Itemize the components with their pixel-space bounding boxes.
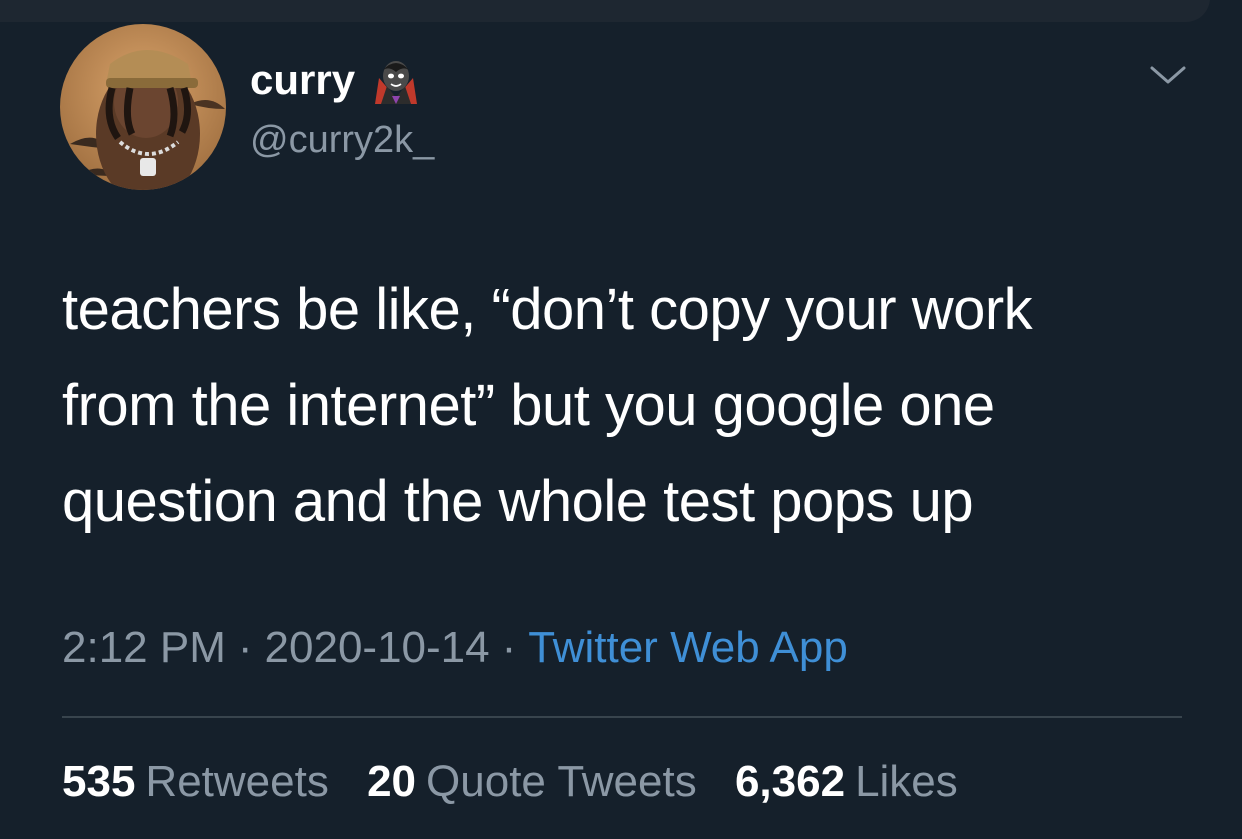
divider [62,716,1182,718]
quote-tweets-count: 20 [367,757,417,806]
tweet-meta: 2:12 PM · 2020-10-14 · Twitter Web App [62,618,848,678]
tweet-stats: 535 Retweets 20 Quote Tweets 6,362 Likes [62,752,984,812]
retweets-label: Retweets [145,757,329,806]
likes-label: Likes [855,757,958,806]
retweets-stat[interactable]: 535 Retweets [62,757,329,806]
tweet-source-link[interactable]: Twitter Web App [528,623,848,672]
tweet-text-line: teachers be like, “don’t copy your work [62,277,1033,342]
avatar-image [60,24,226,190]
meta-separator: · [237,623,253,672]
likes-stat[interactable]: 6,362 Likes [735,757,958,806]
display-name-row: curry [250,52,423,108]
retweets-count: 535 [62,757,136,806]
meta-separator: · [501,623,517,672]
top-bar [0,0,1210,22]
quote-tweets-stat[interactable]: 20 Quote Tweets [367,757,697,806]
user-handle[interactable]: @curry2k_ [250,116,434,164]
tweet-time[interactable]: 2:12 PM [62,623,226,672]
avatar[interactable] [60,24,226,190]
likes-count: 6,362 [734,757,846,806]
chevron-down-icon[interactable] [1148,60,1188,90]
tweet-text-line: from the internet” but you google one [62,373,995,438]
vampire-emoji-icon [375,61,418,104]
tweet-text: teachers be like, “don’t copy your work … [62,262,1192,550]
display-name[interactable]: curry [250,52,355,108]
quote-tweets-label: Quote Tweets [426,757,697,806]
tweet-text-line: question and the whole test pops up [62,469,974,534]
tweet-date[interactable]: 2020-10-14 [265,623,490,672]
